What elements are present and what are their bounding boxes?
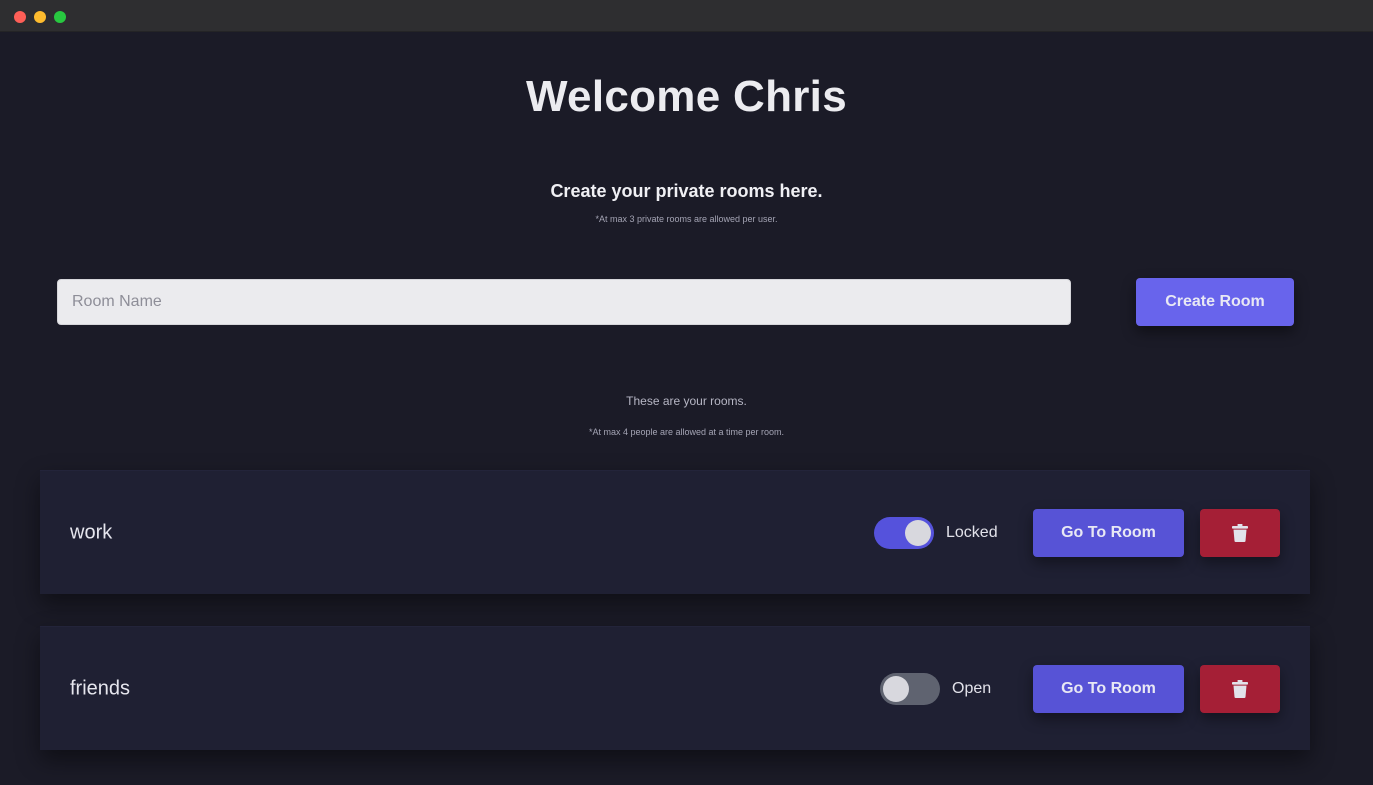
go-to-room-button[interactable]: Go To Room <box>1033 509 1184 557</box>
app-content: Welcome Chris Create your private rooms … <box>0 32 1373 785</box>
window-maximize-button[interactable] <box>54 11 66 23</box>
room-lock-status: Locked <box>946 523 998 541</box>
create-room-button[interactable]: Create Room <box>1136 278 1294 326</box>
create-rooms-note: *At max 3 private rooms are allowed per … <box>595 214 778 224</box>
rooms-note: *At max 4 people are allowed at a time p… <box>588 427 785 437</box>
toggle-knob <box>905 520 931 546</box>
room-name: work <box>70 521 113 543</box>
room-lock-toggle[interactable] <box>880 673 940 705</box>
toggle-knob <box>883 676 909 702</box>
room-name-input[interactable] <box>57 279 1071 325</box>
create-rooms-heading: Create your private rooms here. <box>550 181 823 201</box>
rooms-heading: These are your rooms. <box>626 394 747 408</box>
trash-icon <box>1232 680 1248 698</box>
window-titlebar <box>0 0 1373 32</box>
delete-room-button[interactable] <box>1200 509 1280 557</box>
page-title: Welcome Chris <box>526 72 847 121</box>
window-minimize-button[interactable] <box>34 11 46 23</box>
room-lock-status: Open <box>952 679 992 697</box>
go-to-room-button[interactable]: Go To Room <box>1033 665 1184 713</box>
room-name: friends <box>70 677 131 699</box>
trash-icon <box>1232 524 1248 542</box>
room-card-work: work Locked Go To Room <box>40 470 1310 594</box>
room-lock-toggle[interactable] <box>874 517 934 549</box>
window-close-button[interactable] <box>14 11 26 23</box>
delete-room-button[interactable] <box>1200 665 1280 713</box>
room-card-friends: friends Open Go To Room <box>40 626 1310 750</box>
